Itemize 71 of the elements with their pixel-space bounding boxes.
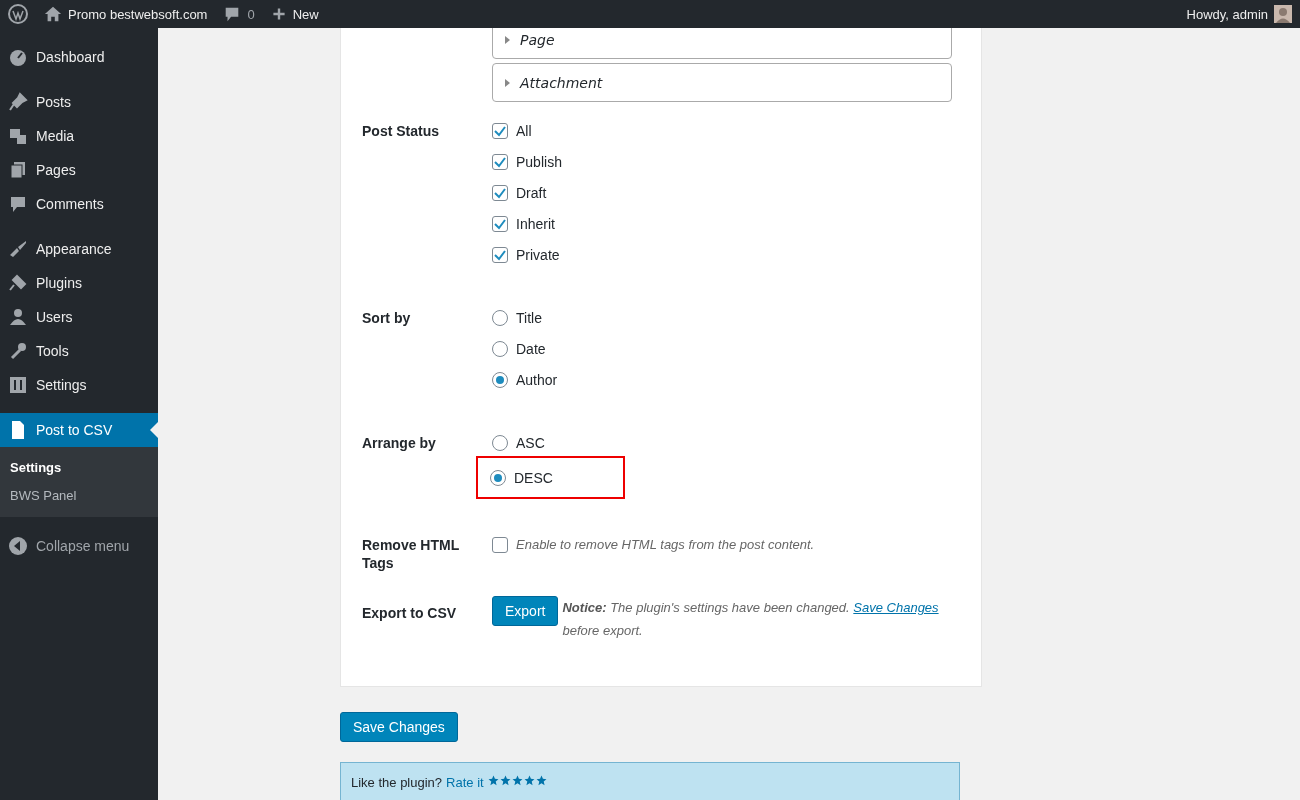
star-icon bbox=[499, 775, 511, 786]
sidebar-item[interactable]: Dashboard bbox=[0, 40, 158, 74]
media-icon bbox=[8, 126, 28, 146]
radio-label: Date bbox=[516, 340, 546, 357]
star-icon bbox=[523, 775, 535, 786]
field-label: Sort by bbox=[362, 309, 412, 328]
star-rating[interactable] bbox=[487, 775, 547, 786]
export-button[interactable]: Export bbox=[492, 596, 559, 626]
checkbox[interactable] bbox=[492, 536, 508, 553]
checkbox[interactable] bbox=[492, 184, 508, 201]
sidebar-item[interactable]: Settings bbox=[0, 368, 158, 402]
checkbox-label: Inherit bbox=[516, 215, 555, 232]
save-changes-button[interactable]: Save Changes bbox=[340, 712, 458, 742]
post-type-toggle[interactable]: Page bbox=[492, 28, 952, 59]
star-icon bbox=[487, 775, 499, 786]
sidebar-item[interactable]: Comments bbox=[0, 187, 158, 221]
checkbox-label: All bbox=[516, 122, 532, 139]
checkbox[interactable] bbox=[492, 215, 508, 232]
sidebar-item[interactable]: Tools bbox=[0, 334, 158, 368]
submenu-item[interactable]: Settings bbox=[0, 453, 158, 481]
radio-button[interactable] bbox=[492, 309, 508, 326]
wordpress-logo-icon bbox=[8, 4, 28, 24]
comment-count[interactable]: 0 bbox=[247, 6, 255, 22]
checkbox[interactable] bbox=[492, 153, 508, 170]
checkbox-label: Private bbox=[516, 246, 560, 263]
sidebar-item[interactable]: Posts bbox=[0, 85, 158, 119]
user-icon bbox=[8, 307, 28, 327]
pages-icon bbox=[8, 160, 28, 180]
radio-button[interactable] bbox=[492, 371, 508, 388]
wrench-icon bbox=[8, 341, 28, 361]
plus-icon bbox=[270, 6, 287, 22]
avatar-icon[interactable] bbox=[1274, 5, 1292, 23]
sidebar-item[interactable]: Pages bbox=[0, 153, 158, 187]
checkbox[interactable] bbox=[492, 246, 508, 263]
radio-button[interactable] bbox=[490, 469, 506, 486]
sidebar-item[interactable]: Post to CSV bbox=[0, 413, 158, 447]
greeting-link[interactable]: Howdy, admin bbox=[1186, 6, 1268, 22]
dashboard-icon bbox=[8, 47, 28, 67]
post-type-toggle[interactable]: Attachment bbox=[492, 63, 952, 102]
radio-label: Title bbox=[516, 309, 542, 326]
collapse-menu-button[interactable]: Collapse menu bbox=[0, 529, 158, 563]
sidebar-item[interactable]: Plugins bbox=[0, 266, 158, 300]
checkbox[interactable] bbox=[492, 122, 508, 139]
comment-icon bbox=[8, 194, 28, 214]
checkbox-label: Draft bbox=[516, 184, 547, 201]
radio-button[interactable] bbox=[492, 434, 508, 451]
option-description: Enable to remove HTML tags from the post content. bbox=[516, 537, 815, 552]
field-label: Remove HTML Tags bbox=[362, 536, 460, 572]
rate-link[interactable]: Rate it bbox=[446, 775, 484, 790]
sidebar-item[interactable]: Users bbox=[0, 300, 158, 334]
radio-label: DESC bbox=[514, 469, 553, 486]
field-label: Arrange by bbox=[362, 434, 437, 453]
rate-text: Like the plugin? bbox=[351, 775, 443, 790]
new-link[interactable]: New bbox=[292, 6, 319, 22]
field-label: Post Status bbox=[362, 122, 440, 141]
checkbox-label: Publish bbox=[516, 153, 562, 170]
radio-label: ASC bbox=[516, 434, 545, 451]
notice-text: Notice: The plugin's settings have been changed. Save Changes before export. bbox=[562, 599, 940, 640]
site-name-link[interactable]: Promo bestwebsoft.com bbox=[68, 6, 208, 22]
home-icon bbox=[44, 5, 62, 23]
radio-button[interactable] bbox=[492, 340, 508, 357]
radio-label: Author bbox=[516, 371, 558, 388]
star-icon bbox=[511, 775, 523, 786]
field-label: Export to CSV bbox=[362, 604, 458, 623]
brush-icon bbox=[8, 239, 28, 259]
sidebar-item[interactable]: Appearance bbox=[0, 232, 158, 266]
save-changes-link[interactable]: Save Changes bbox=[853, 600, 939, 615]
star-icon bbox=[535, 775, 547, 786]
pin-icon bbox=[8, 92, 28, 112]
submenu-item[interactable]: BWS Panel bbox=[0, 481, 158, 509]
sidebar-item[interactable]: Media bbox=[0, 119, 158, 153]
